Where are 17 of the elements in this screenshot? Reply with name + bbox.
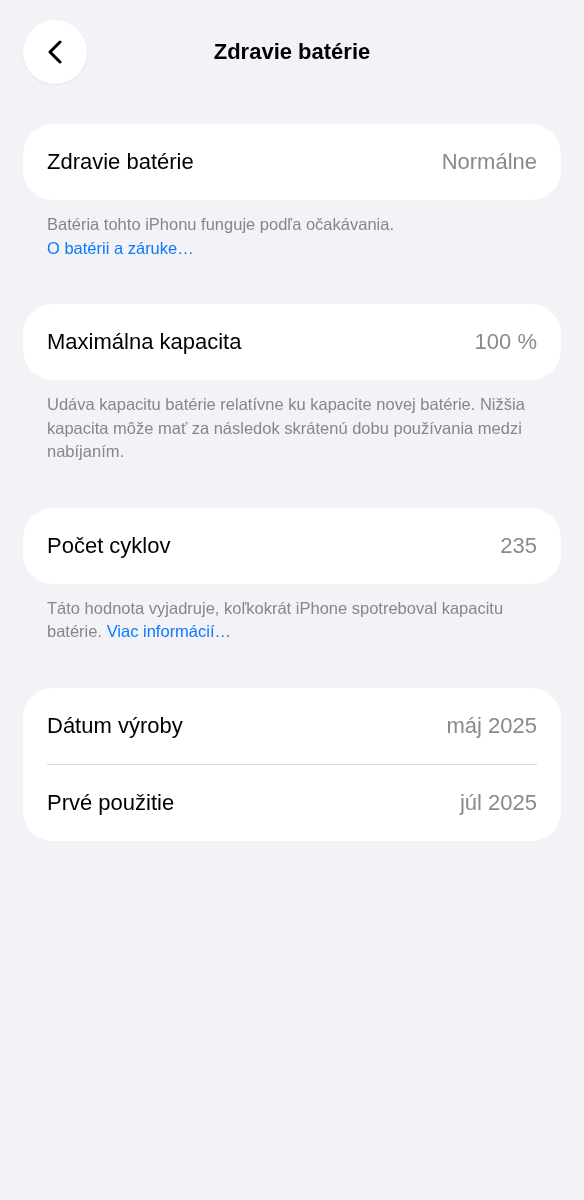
row-value: máj 2025: [446, 712, 537, 739]
info-link[interactable]: Viac informácií…: [106, 622, 232, 640]
row-label: Maximálna kapacita: [47, 329, 242, 355]
row-value: júl 2025: [459, 789, 537, 816]
row-label: Počet cyklov: [47, 532, 171, 559]
row-label: Prvé použitie: [47, 789, 175, 816]
row-value: 235: [500, 532, 537, 559]
row-label: Dátum výroby: [47, 712, 183, 739]
row-value: 100 %: [474, 329, 537, 355]
footer-note: Batéria tohto iPhonu funguje podľa očakávania. O batérii a záruke…: [47, 214, 395, 259]
row-label: Zdravie batérie: [47, 149, 194, 175]
footer-note: Udáva kapacitu batérie relatívne ku kapacite novej batérie. Nižšia kapacita môže mať za následok skrátenú dobu používania medzi nabíjaním.: [47, 394, 526, 462]
info-link[interactable]: O batérii a záruke…: [47, 238, 194, 257]
page-title: Zdravie batérie: [213, 39, 371, 64]
back-icon: [48, 40, 62, 64]
footer-note: Táto hodnota vyjadruje, koľkokrát iPhone spotreboval kapacitu batérie. Viac informácií…: [47, 597, 505, 642]
row-value: Normálne: [441, 149, 537, 175]
